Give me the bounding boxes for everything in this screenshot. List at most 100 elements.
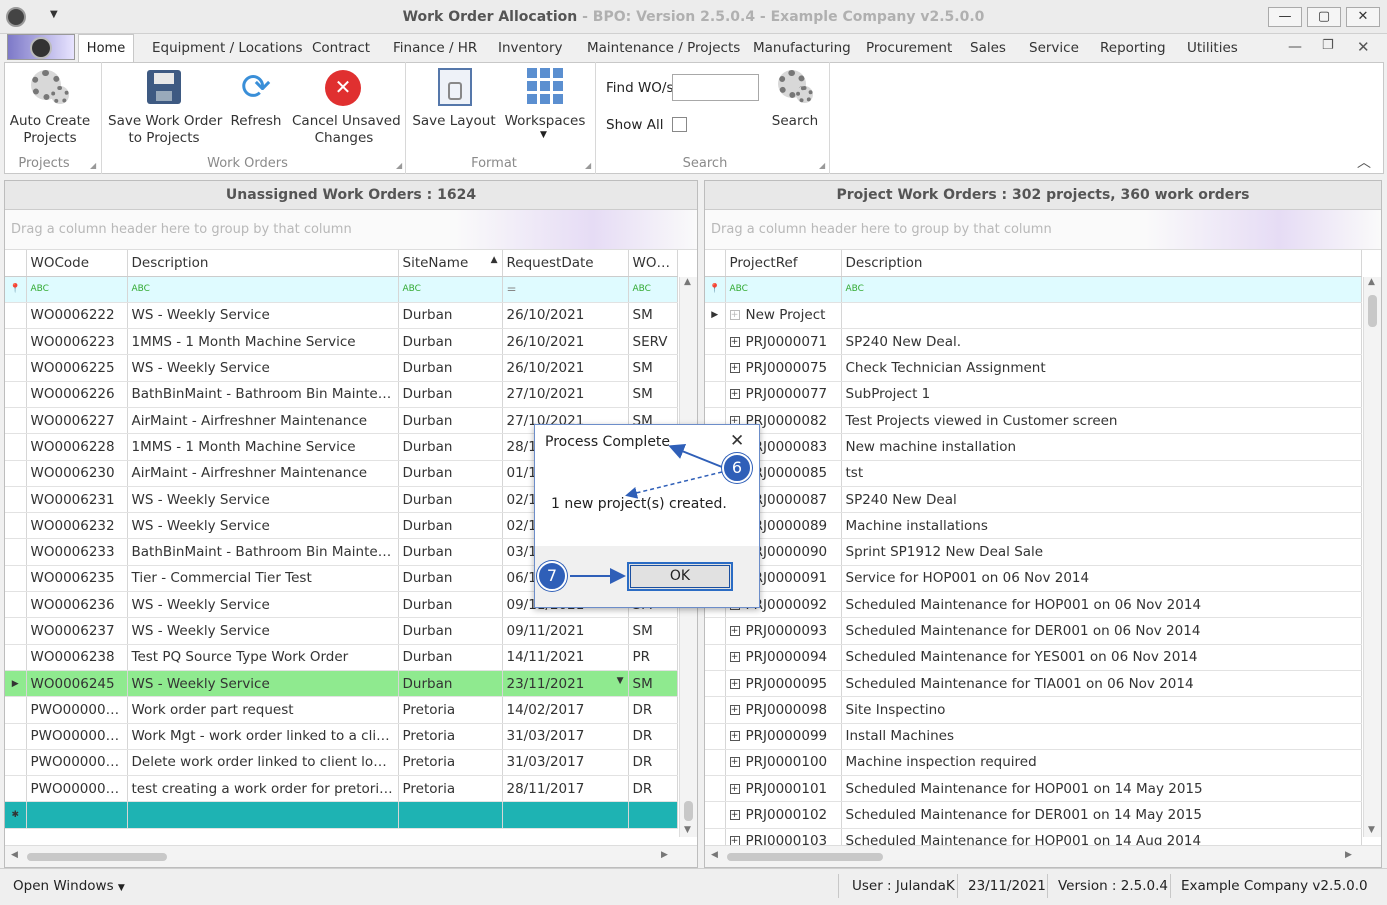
column-header-wocode[interactable]: WOCode bbox=[26, 250, 128, 277]
tab-home[interactable]: Home bbox=[78, 34, 134, 63]
left-group-by-area[interactable]: Drag a column header here to group by th… bbox=[5, 210, 697, 250]
row-indicator[interactable] bbox=[705, 617, 726, 645]
tab-utilities[interactable]: Utilities bbox=[1187, 40, 1238, 56]
cell-description[interactable]: WS - Weekly Service bbox=[127, 617, 399, 645]
table-row[interactable]: WO0006226 BathBinMaint - Bathroom Bin Mai… bbox=[5, 381, 678, 408]
mdi-minimize-icon[interactable]: — bbox=[1288, 39, 1302, 55]
cell-project-description[interactable]: Scheduled Maintenance for DER001 on 06 N… bbox=[841, 617, 1362, 645]
cell-projectref[interactable]: + PRJ0000077 bbox=[725, 381, 842, 408]
expand-icon[interactable]: + bbox=[729, 652, 740, 663]
expand-icon[interactable]: + bbox=[729, 757, 740, 768]
cell-wotype[interactable]: SM bbox=[628, 381, 678, 408]
cell-description[interactable]: Delete work order linked to client locat… bbox=[127, 749, 399, 777]
expand-icon[interactable]: + bbox=[729, 626, 740, 636]
table-row[interactable]: + PRJ0000102 Scheduled Maintenance for DER… bbox=[705, 801, 1362, 829]
new-row[interactable]: ✱ bbox=[5, 801, 678, 829]
cell-projectref[interactable]: + PRJ0000094 bbox=[725, 644, 842, 671]
table-row[interactable]: + PRJ0000071 SP240 New Deal. bbox=[705, 328, 1362, 356]
cell-project-description[interactable]: Test Projects viewed in Customer screen bbox=[841, 407, 1362, 435]
app-menu-button[interactable] bbox=[7, 34, 75, 60]
cell-requestdate[interactable]: 28/11/2017 bbox=[502, 775, 629, 803]
tab-service[interactable]: Service bbox=[1029, 40, 1079, 56]
cell-wocode[interactable]: WO0006245 bbox=[26, 670, 128, 698]
cell-sitename[interactable]: Pretoria bbox=[398, 723, 503, 750]
table-row[interactable]: + PRJ0000098 Site Inspectino bbox=[705, 696, 1362, 724]
show-all-checkbox[interactable] bbox=[672, 117, 687, 132]
cell-wocode[interactable]: WO0006235 bbox=[26, 565, 128, 593]
filter-pin-icon[interactable]: 📍 bbox=[705, 276, 726, 303]
left-horizontal-scrollbar[interactable]: ◀ ▶ bbox=[5, 845, 697, 867]
column-header-sitename[interactable]: SiteName ▲ bbox=[398, 250, 503, 277]
row-indicator[interactable] bbox=[705, 749, 726, 777]
cell-sitename[interactable]: Durban bbox=[398, 354, 503, 382]
table-row[interactable]: +PRJ0000089Machine installations bbox=[705, 512, 1362, 540]
cell-requestdate[interactable]: 26/10/2021 bbox=[502, 328, 629, 356]
column-header-requestdate[interactable]: RequestDate bbox=[502, 250, 629, 277]
cell-projectref[interactable]: + PRJ0000099 bbox=[725, 723, 842, 750]
right-group-by-area[interactable]: Drag a column header here to group by th… bbox=[705, 210, 1381, 250]
cell-wocode[interactable]: WO0006227 bbox=[26, 407, 128, 435]
cell-sitename[interactable]: Durban bbox=[398, 670, 503, 698]
row-indicator[interactable]: ▶ bbox=[705, 302, 726, 330]
expand-icon[interactable]: + bbox=[729, 389, 740, 400]
cell-description[interactable]: WS - Weekly Service bbox=[127, 512, 399, 540]
cell-wocode[interactable]: WO0006233 bbox=[26, 538, 128, 566]
cell-project-description[interactable]: Machine inspection required bbox=[841, 749, 1362, 777]
cell-sitename[interactable]: Durban bbox=[398, 381, 503, 408]
cell-description[interactable]: Work Mgt - work order linked to a client… bbox=[127, 723, 399, 750]
row-indicator[interactable] bbox=[705, 670, 726, 698]
expand-icon[interactable]: + bbox=[729, 363, 740, 374]
cell-wocode[interactable]: WO0006237 bbox=[26, 617, 128, 645]
row-indicator[interactable] bbox=[5, 407, 27, 435]
row-indicator[interactable] bbox=[705, 354, 726, 382]
row-indicator[interactable] bbox=[5, 433, 27, 461]
cell-requestdate[interactable]: 26/10/2021 bbox=[502, 354, 629, 382]
cell-sitename[interactable]: Durban bbox=[398, 433, 503, 461]
tab-equipment-locations[interactable]: Equipment / Locations bbox=[152, 40, 303, 56]
cell-requestdate[interactable]: 31/03/2017 bbox=[502, 749, 629, 777]
tab-maintenance-projects[interactable]: Maintenance / Projects bbox=[587, 40, 740, 56]
dialog-launcher-icon[interactable]: ◢ bbox=[90, 161, 96, 170]
cell-sitename[interactable]: Durban bbox=[398, 302, 503, 330]
tab-inventory[interactable]: Inventory bbox=[498, 40, 562, 56]
cell-description[interactable]: Work order part request bbox=[127, 696, 399, 724]
tab-finance-hr[interactable]: Finance / HR bbox=[393, 40, 477, 56]
cell-wocode[interactable]: WO0006230 bbox=[26, 460, 128, 487]
auto-create-projects-button[interactable]: Auto Create Projects bbox=[8, 113, 92, 147]
cell-projectref[interactable]: + New Project bbox=[725, 302, 842, 330]
cell-requestdate[interactable]: 27/10/2021 bbox=[502, 381, 629, 408]
row-indicator[interactable] bbox=[5, 354, 27, 382]
table-row[interactable]: PWO0000058 Delete work order linked to cl… bbox=[5, 749, 678, 777]
tab-manufacturing[interactable]: Manufacturing bbox=[753, 40, 851, 56]
cell-requestdate[interactable]: 31/03/2017 bbox=[502, 723, 629, 750]
cell-description[interactable]: WS - Weekly Service bbox=[127, 486, 399, 514]
filter-cell-projectref[interactable]: ABC bbox=[725, 276, 842, 303]
row-indicator[interactable] bbox=[5, 723, 27, 750]
cell-sitename[interactable]: Pretoria bbox=[398, 749, 503, 777]
cell-description[interactable]: WS - Weekly Service bbox=[127, 670, 399, 698]
column-header-project-description[interactable]: Description bbox=[841, 250, 1362, 277]
row-indicator[interactable] bbox=[705, 696, 726, 724]
row-indicator[interactable] bbox=[5, 328, 27, 356]
cell-sitename[interactable]: Pretoria bbox=[398, 775, 503, 803]
cell-wocode[interactable]: PWO0000058 bbox=[26, 749, 128, 777]
cell-wotype[interactable]: DR bbox=[628, 723, 678, 750]
cell-project-description[interactable]: Scheduled Maintenance for HOP001 on 14 M… bbox=[841, 775, 1362, 803]
row-indicator[interactable] bbox=[5, 565, 27, 593]
table-row[interactable]: + PRJ0000093 Scheduled Maintenance for DER… bbox=[705, 617, 1362, 645]
filter-cell-sitename[interactable]: ABC bbox=[398, 276, 503, 303]
filter-pin-icon[interactable]: 📍 bbox=[5, 276, 27, 303]
row-indicator[interactable] bbox=[705, 644, 726, 671]
cell-project-description[interactable]: Site Inspectino bbox=[841, 696, 1362, 724]
cell-requestdate[interactable]: 14/11/2021 bbox=[502, 644, 629, 671]
refresh-button[interactable]: Refresh bbox=[226, 113, 286, 130]
cell-wocode[interactable]: WO0006228 bbox=[26, 433, 128, 461]
cell-requestdate[interactable]: 09/11/2021 bbox=[502, 617, 629, 645]
cell-project-description[interactable]: Check Technician Assignment bbox=[841, 354, 1362, 382]
table-row[interactable]: + PRJ0000101 Scheduled Maintenance for HOP… bbox=[705, 775, 1362, 803]
row-indicator[interactable] bbox=[5, 302, 27, 330]
cell-wotype[interactable]: PR bbox=[628, 644, 678, 671]
row-indicator[interactable] bbox=[5, 381, 27, 408]
filter-cell-description[interactable]: ABC bbox=[127, 276, 399, 303]
table-row[interactable]: PWO0000048 Work order part request Pretori… bbox=[5, 696, 678, 724]
